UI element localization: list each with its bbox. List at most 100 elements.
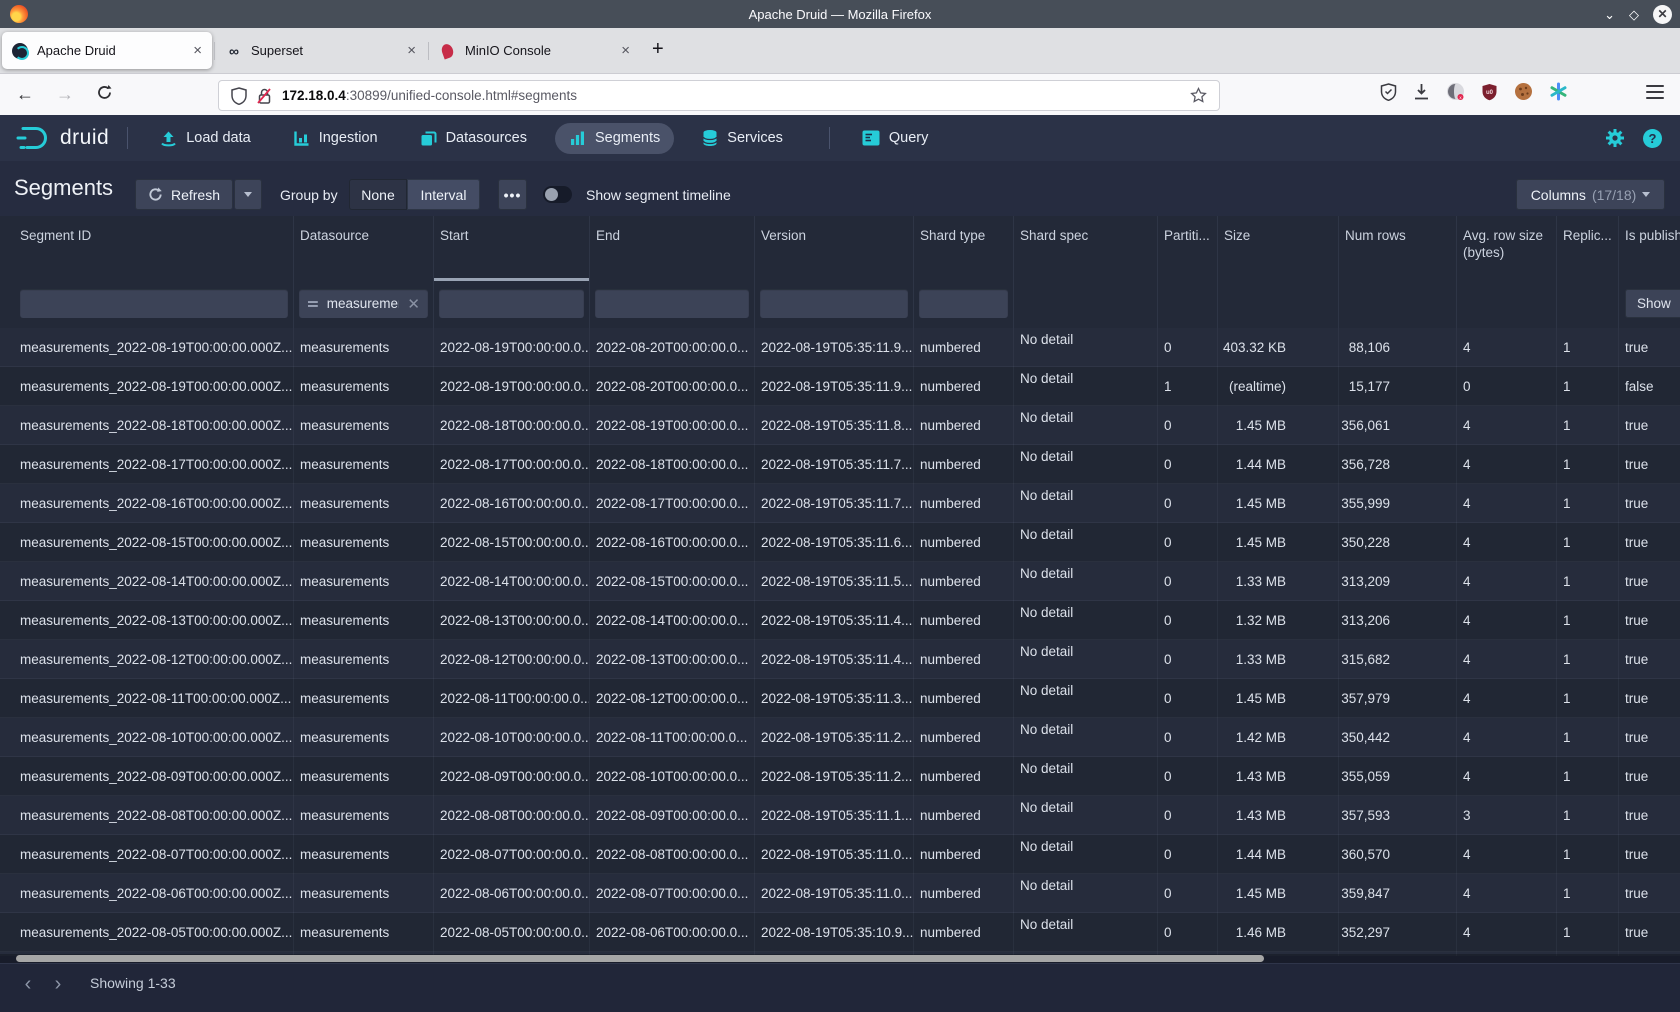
cell-avg_row_size[interactable]: 4: [1457, 484, 1557, 523]
cell-avg_row_size[interactable]: 4: [1457, 679, 1557, 718]
cell-replicas[interactable]: 1: [1557, 484, 1619, 523]
cell-segment_id[interactable]: measurements_2022-08-06T00:00:00.000Z...: [0, 874, 294, 913]
cell-start[interactable]: 2022-08-08T00:00:00.0...: [434, 796, 590, 835]
cell-segment_id[interactable]: measurements_2022-08-08T00:00:00.000Z...: [0, 796, 294, 835]
cell-avg_row_size[interactable]: 4: [1457, 874, 1557, 913]
cell-replicas[interactable]: 1: [1557, 523, 1619, 562]
cell-start[interactable]: 2022-08-05T00:00:00.0...: [434, 913, 590, 952]
cell-segment_id[interactable]: measurements_2022-08-18T00:00:00.000Z...: [0, 406, 294, 445]
bookmark-star-icon[interactable]: [1190, 87, 1207, 104]
tracking-shield-icon[interactable]: [231, 87, 247, 105]
cell-num_rows[interactable]: 357,593: [1339, 796, 1457, 835]
menu-hamburger-icon[interactable]: [1646, 85, 1664, 99]
protection-shield-icon[interactable]: [1380, 83, 1397, 101]
cell-version[interactable]: 2022-08-19T05:35:11.8...: [755, 406, 914, 445]
reload-icon[interactable]: [96, 84, 113, 101]
cell-is_published[interactable]: true: [1619, 328, 1680, 367]
cell-avg_row_size[interactable]: 4: [1457, 640, 1557, 679]
cell-size[interactable]: 1.45 MB: [1218, 406, 1339, 445]
column-header-replicas[interactable]: Replic...: [1557, 216, 1619, 281]
cell-start[interactable]: 2022-08-07T00:00:00.0...: [434, 835, 590, 874]
remove-filter-icon[interactable]: ✕: [407, 295, 420, 313]
cell-replicas[interactable]: 1: [1557, 328, 1619, 367]
filter-input-start[interactable]: [439, 289, 584, 318]
cell-shard_spec[interactable]: No detail: [1014, 523, 1158, 562]
next-page-icon[interactable]: ›: [46, 972, 70, 996]
column-header-datasource[interactable]: Datasource: [294, 216, 434, 281]
cell-is_published[interactable]: true: [1619, 445, 1680, 484]
cell-is_published[interactable]: true: [1619, 757, 1680, 796]
cell-shard_spec[interactable]: No detail: [1014, 757, 1158, 796]
cell-shard_spec[interactable]: No detail: [1014, 679, 1158, 718]
cell-version[interactable]: 2022-08-19T05:35:11.2...: [755, 757, 914, 796]
column-header-version[interactable]: Version: [755, 216, 914, 281]
cell-datasource[interactable]: measurements: [294, 562, 434, 601]
cell-avg_row_size[interactable]: 4: [1457, 328, 1557, 367]
cell-segment_id[interactable]: measurements_2022-08-15T00:00:00.000Z...: [0, 523, 294, 562]
cell-segment_id[interactable]: measurements_2022-08-14T00:00:00.000Z...: [0, 562, 294, 601]
cell-shard_spec[interactable]: No detail: [1014, 601, 1158, 640]
cell-end[interactable]: 2022-08-17T00:00:00.0...: [590, 484, 755, 523]
cell-end[interactable]: 2022-08-12T00:00:00.0...: [590, 679, 755, 718]
filter-input-end[interactable]: [595, 289, 749, 318]
nav-item-services[interactable]: Services: [688, 122, 797, 154]
cell-datasource[interactable]: measurements: [294, 601, 434, 640]
cell-shard_type[interactable]: numbered: [914, 718, 1014, 757]
cell-shard_type[interactable]: numbered: [914, 562, 1014, 601]
cell-version[interactable]: 2022-08-19T05:35:11.3...: [755, 679, 914, 718]
cell-end[interactable]: 2022-08-08T00:00:00.0...: [590, 835, 755, 874]
segment-timeline-toggle[interactable]: [543, 186, 572, 203]
cell-avg_row_size[interactable]: 4: [1457, 406, 1557, 445]
cell-version[interactable]: 2022-08-19T05:35:11.0...: [755, 835, 914, 874]
cell-shard_type[interactable]: numbered: [914, 796, 1014, 835]
cell-num_rows[interactable]: 313,206: [1339, 601, 1457, 640]
cell-start[interactable]: 2022-08-17T00:00:00.0...: [434, 445, 590, 484]
cell-replicas[interactable]: 1: [1557, 601, 1619, 640]
cell-num_rows[interactable]: 350,442: [1339, 718, 1457, 757]
cell-version[interactable]: 2022-08-19T05:35:11.5...: [755, 562, 914, 601]
cell-end[interactable]: 2022-08-19T00:00:00.0...: [590, 406, 755, 445]
cell-datasource[interactable]: measurements: [294, 913, 434, 952]
filter-input-datasource[interactable]: measurements✕: [299, 289, 428, 318]
column-header-num_rows[interactable]: Num rows: [1339, 216, 1457, 281]
cell-size[interactable]: 1.46 MB: [1218, 913, 1339, 952]
cell-start[interactable]: 2022-08-12T00:00:00.0...: [434, 640, 590, 679]
cell-start[interactable]: 2022-08-06T00:00:00.0...: [434, 874, 590, 913]
cell-size[interactable]: 1.45 MB: [1218, 679, 1339, 718]
filter-input-shard_type[interactable]: [919, 289, 1008, 318]
cell-segment_id[interactable]: measurements_2022-08-10T00:00:00.000Z...: [0, 718, 294, 757]
cell-size[interactable]: 1.32 MB: [1218, 601, 1339, 640]
cell-num_rows[interactable]: 15,177: [1339, 367, 1457, 406]
cell-size[interactable]: (realtime): [1218, 367, 1339, 406]
cell-end[interactable]: 2022-08-10T00:00:00.0...: [590, 757, 755, 796]
cell-partition[interactable]: 0: [1158, 601, 1218, 640]
tab-minio-console[interactable]: MinIO Console ×: [430, 32, 640, 69]
column-header-shard_type[interactable]: Shard type: [914, 216, 1014, 281]
cell-num_rows[interactable]: 356,061: [1339, 406, 1457, 445]
cell-avg_row_size[interactable]: 4: [1457, 757, 1557, 796]
column-header-segment_id[interactable]: Segment ID: [0, 216, 294, 281]
cell-is_published[interactable]: true: [1619, 835, 1680, 874]
cell-datasource[interactable]: measurements: [294, 796, 434, 835]
cell-partition[interactable]: 0: [1158, 445, 1218, 484]
cell-partition[interactable]: 0: [1158, 640, 1218, 679]
cell-segment_id[interactable]: measurements_2022-08-13T00:00:00.000Z...: [0, 601, 294, 640]
cell-segment_id[interactable]: measurements_2022-08-11T00:00:00.000Z...: [0, 679, 294, 718]
cell-num_rows[interactable]: 359,847: [1339, 874, 1457, 913]
cell-partition[interactable]: 0: [1158, 328, 1218, 367]
cell-start[interactable]: 2022-08-11T00:00:00.0...: [434, 679, 590, 718]
cell-is_published[interactable]: true: [1619, 601, 1680, 640]
cell-avg_row_size[interactable]: 4: [1457, 601, 1557, 640]
cell-replicas[interactable]: 1: [1557, 679, 1619, 718]
cell-replicas[interactable]: 1: [1557, 913, 1619, 952]
tab-apache-druid[interactable]: Apache Druid ×: [2, 32, 212, 69]
cell-shard_spec[interactable]: No detail: [1014, 328, 1158, 367]
cell-num_rows[interactable]: 355,059: [1339, 757, 1457, 796]
cell-num_rows[interactable]: 356,728: [1339, 445, 1457, 484]
cell-datasource[interactable]: measurements: [294, 328, 434, 367]
cell-shard_type[interactable]: numbered: [914, 367, 1014, 406]
cell-datasource[interactable]: measurements: [294, 757, 434, 796]
cell-datasource[interactable]: measurements: [294, 484, 434, 523]
cell-datasource[interactable]: measurements: [294, 874, 434, 913]
cell-is_published[interactable]: true: [1619, 562, 1680, 601]
